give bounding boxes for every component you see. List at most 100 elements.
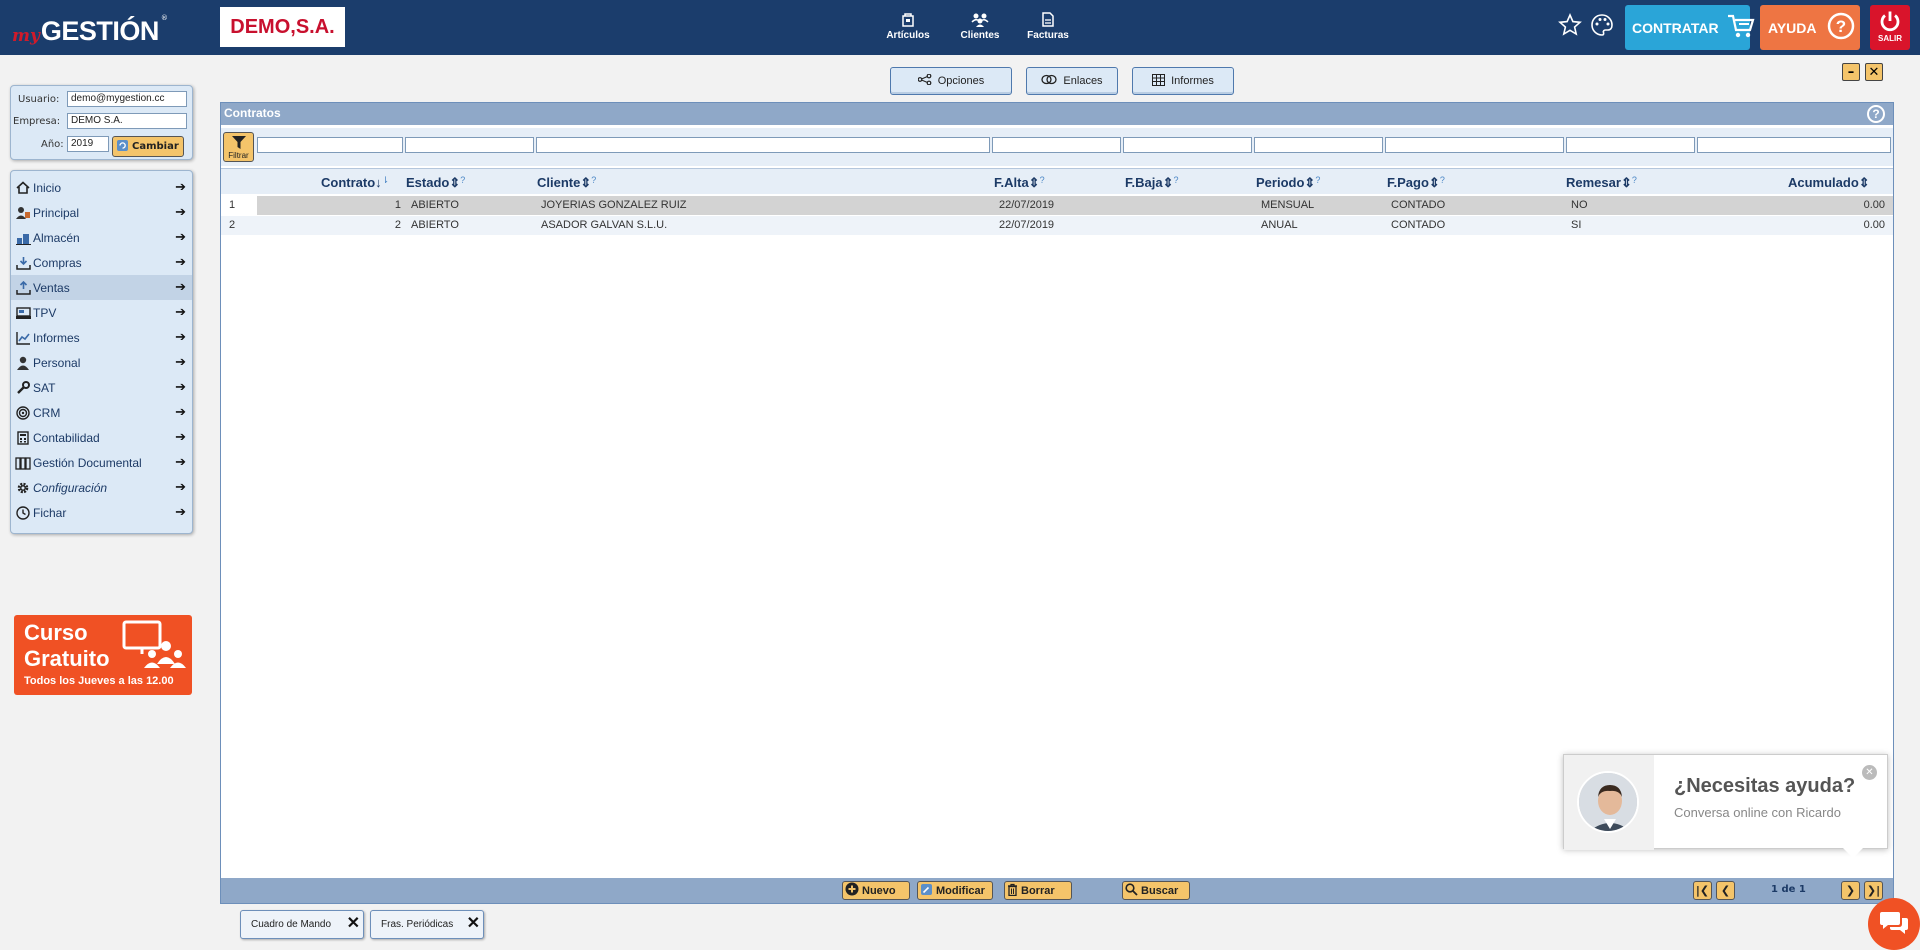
minimize-icon: – xyxy=(1847,64,1855,80)
filter-falta-input[interactable] xyxy=(992,137,1121,153)
sidebar-item-ventas[interactable]: Ventas ➔ xyxy=(11,275,192,300)
tab-fras-periodicas[interactable]: Fras. Periódicas ✕ xyxy=(370,910,484,939)
logo-gestion-text: GESTIÓN xyxy=(40,16,160,46)
filter-cliente-input[interactable] xyxy=(536,137,990,153)
opciones-button[interactable]: Opciones xyxy=(890,67,1012,95)
sidebar-item-almacen[interactable]: Almacén ➔ xyxy=(11,225,192,250)
column-header-fpago[interactable]: F.Pago⇕? xyxy=(1387,175,1445,191)
ayuda-button[interactable]: AYUDA ? xyxy=(1760,5,1860,50)
training-presentation-icon xyxy=(122,620,186,675)
last-page-button[interactable]: ❯| xyxy=(1864,881,1883,900)
prev-page-button[interactable]: ❮ xyxy=(1716,881,1735,900)
sidebar-menu: Inicio ➔ Principal ➔ Almacén ➔ Compras ➔… xyxy=(10,170,193,534)
sidebar-item-informes[interactable]: Informes ➔ xyxy=(11,325,192,350)
sidebar-item-personal[interactable]: Personal ➔ xyxy=(11,350,192,375)
borrar-button[interactable]: Borrar xyxy=(1004,881,1072,900)
anio-field[interactable]: 2019 xyxy=(67,136,109,152)
close-icon: ✕ xyxy=(1868,64,1880,80)
column-header-periodo[interactable]: Periodo⇕? xyxy=(1256,175,1320,191)
chat-help-widget[interactable]: ¿Necesitas ayuda? Conversa online con Ri… xyxy=(1563,754,1888,858)
filter-estado-input[interactable] xyxy=(405,137,534,153)
filter-fpago-input[interactable] xyxy=(1385,137,1564,153)
chat-bubble-button[interactable] xyxy=(1868,898,1920,950)
sort-icon: ⇕ xyxy=(580,175,592,190)
column-header-cliente[interactable]: Cliente⇕? xyxy=(537,175,596,191)
sidebar-item-principal[interactable]: Principal ➔ xyxy=(11,200,192,225)
close-tab-icon[interactable]: ✕ xyxy=(347,913,360,933)
cell-estado: ABIERTO xyxy=(411,199,459,211)
column-header-contrato[interactable]: Contrato↓⇂ xyxy=(321,175,389,190)
filter-periodo-input[interactable] xyxy=(1254,137,1383,153)
sidebar-item-contabilidad[interactable]: Contabilidad ➔ xyxy=(11,425,192,450)
topnav-facturas[interactable]: Facturas xyxy=(1023,10,1073,41)
promo-line2: Gratuito xyxy=(24,646,110,671)
column-header-acumulado[interactable]: Acumulado⇕ xyxy=(1788,175,1870,191)
modificar-button[interactable]: Modificar xyxy=(917,881,993,900)
filter-contrato-input[interactable] xyxy=(257,137,403,153)
filtrar-button[interactable]: Filtrar xyxy=(223,132,254,162)
sort-icon: ⇕ xyxy=(1858,175,1870,190)
user-panel: Usuario: demo@mygestion.cc Empresa: DEMO… xyxy=(10,85,193,160)
links-icon xyxy=(1041,74,1058,88)
gear-icon xyxy=(15,480,31,496)
first-page-button[interactable]: |❮ xyxy=(1693,881,1712,900)
close-chat-icon[interactable]: ✕ xyxy=(1862,765,1877,780)
cell-estado: ABIERTO xyxy=(411,219,459,231)
sidebar-item-tpv[interactable]: TPV ➔ xyxy=(11,300,192,325)
theme-palette-icon[interactable] xyxy=(1590,13,1614,40)
sidebar-item-configuracion[interactable]: Configuración ➔ xyxy=(11,475,192,500)
empresa-label: Empresa: xyxy=(13,116,61,127)
contratar-button[interactable]: CONTRATAR xyxy=(1625,5,1755,50)
refresh-icon xyxy=(116,139,129,155)
column-header-fbaja[interactable]: F.Baja⇕? xyxy=(1125,175,1179,191)
close-tab-icon[interactable]: ✕ xyxy=(467,913,480,933)
filter-fbaja-input[interactable] xyxy=(1123,137,1252,153)
cell-periodo: MENSUAL xyxy=(1261,199,1315,211)
curso-gratuito-banner[interactable]: Curso Gratuito Todos los Jueves a las 12… xyxy=(14,615,192,695)
next-page-button[interactable]: ❯ xyxy=(1841,881,1860,900)
arrow-right-icon: ➔ xyxy=(175,504,186,519)
close-window-button[interactable]: ✕ xyxy=(1865,63,1883,81)
filter-remesar-input[interactable] xyxy=(1566,137,1695,153)
favorites-star-icon[interactable] xyxy=(1558,13,1582,40)
topnav-facturas-label: Facturas xyxy=(1027,30,1069,41)
first-page-icon: |❮ xyxy=(1695,884,1710,897)
sidebar-item-fichar[interactable]: Fichar ➔ xyxy=(11,500,192,525)
wrench-icon xyxy=(15,380,31,396)
nuevo-button[interactable]: Nuevo xyxy=(842,881,910,900)
invoices-icon xyxy=(1038,10,1058,28)
mygestion-logo[interactable]: my GESTIÓN ® xyxy=(12,10,168,46)
informes-button[interactable]: Informes xyxy=(1132,67,1234,95)
column-header-estado[interactable]: Estado⇕? xyxy=(406,175,465,191)
buscar-button[interactable]: Buscar xyxy=(1122,881,1190,900)
help-icon[interactable]: ? xyxy=(1867,105,1885,123)
column-header-falta[interactable]: F.Alta⇕? xyxy=(994,175,1045,191)
sidebar-item-compras[interactable]: Compras ➔ xyxy=(11,250,192,275)
chat-subtitle: Conversa online con Ricardo xyxy=(1674,805,1841,820)
topnav-clientes[interactable]: Clientes xyxy=(955,10,1005,41)
table-row[interactable]: 1 1 ABIERTO JOYERIAS GONZALEZ RUIZ 22/07… xyxy=(221,196,1893,215)
table-row[interactable]: 2 2 ABIERTO ASADOR GALVAN S.L.U. 22/07/2… xyxy=(221,216,1893,235)
enlaces-button[interactable]: Enlaces xyxy=(1026,67,1118,95)
empresa-field[interactable]: DEMO S.A. xyxy=(67,113,187,129)
cell-remesar: SI xyxy=(1571,219,1582,231)
sidebar-item-gestion-documental[interactable]: Gestión Documental ➔ xyxy=(11,450,192,475)
topnav-articulos[interactable]: Artículos xyxy=(883,10,933,41)
minimize-button[interactable]: – xyxy=(1842,63,1860,81)
sidebar-item-label: Compras xyxy=(33,255,82,270)
cell-contrato: 2 xyxy=(394,219,401,231)
sidebar-item-label: Contabilidad xyxy=(33,430,100,445)
column-header-remesar[interactable]: Remesar⇕? xyxy=(1566,175,1637,191)
tab-cuadro-de-mando[interactable]: Cuadro de Mando ✕ xyxy=(240,910,364,939)
sidebar-item-crm[interactable]: CRM ➔ xyxy=(11,400,192,425)
sidebar-item-sat[interactable]: SAT ➔ xyxy=(11,375,192,400)
sidebar-item-inicio[interactable]: Inicio ➔ xyxy=(11,175,192,200)
usuario-field[interactable]: demo@mygestion.cc xyxy=(67,91,187,107)
salir-button[interactable]: SALIR xyxy=(1870,5,1910,50)
promo-subtitle: Todos los Jueves a las 12.00 xyxy=(24,675,174,687)
filter-acumulado-input[interactable] xyxy=(1697,137,1891,153)
documents-icon xyxy=(15,455,31,471)
sort-icon: ⇕ xyxy=(1028,175,1040,190)
cambiar-button[interactable]: Cambiar xyxy=(112,136,184,157)
purchases-icon xyxy=(15,255,31,271)
